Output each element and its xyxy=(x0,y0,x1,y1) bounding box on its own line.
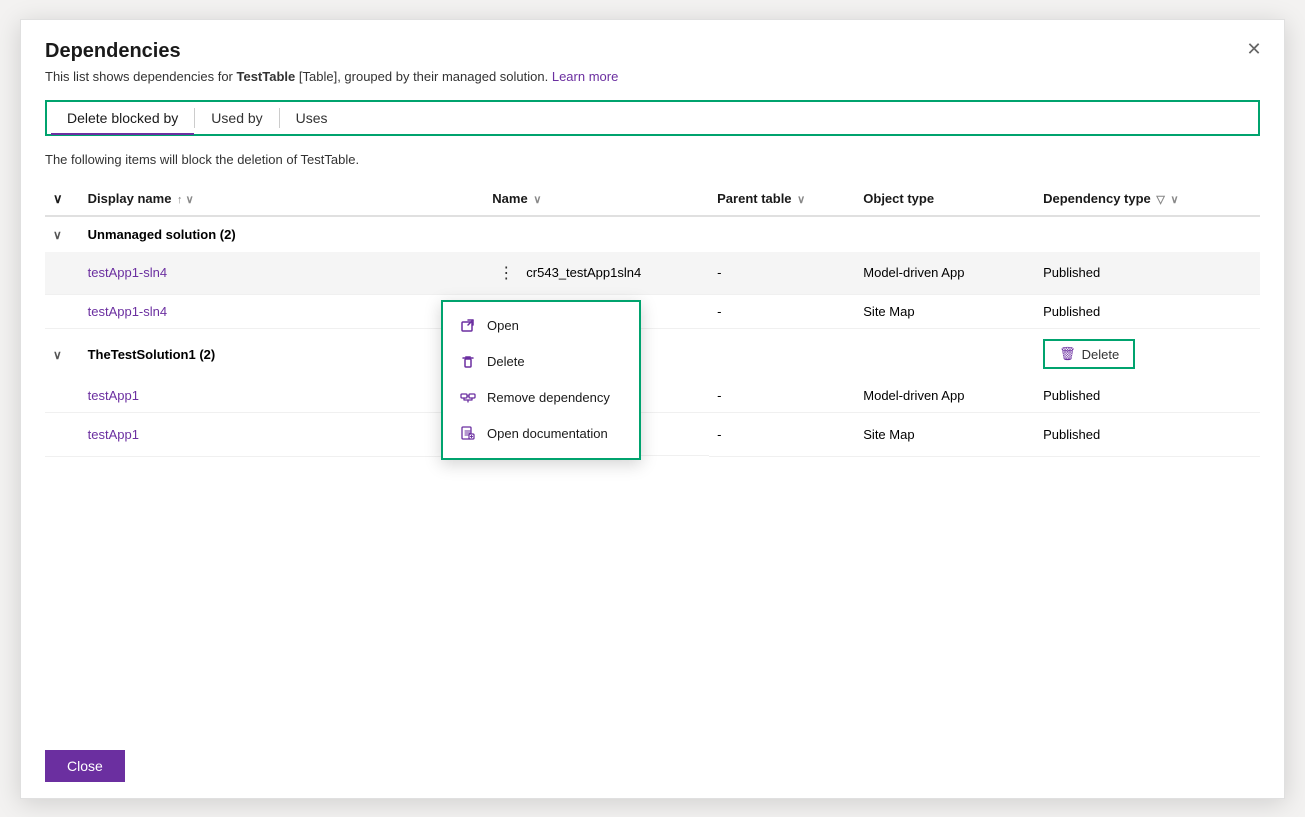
row2-app-link[interactable]: testApp1-sln4 xyxy=(88,304,168,319)
tab-uses[interactable]: Uses xyxy=(280,104,344,132)
parent-sort-icons[interactable]: ∨ xyxy=(797,194,805,206)
row3-expand xyxy=(45,379,80,413)
row1-object-type: Model-driven App xyxy=(855,252,1035,295)
group-chevron-unmanaged[interactable]: ∨ xyxy=(45,216,80,252)
dialog-footer: Close xyxy=(21,734,1284,798)
delete-action-icon: 🗑 xyxy=(1059,346,1076,362)
menu-open-doc-label: Open documentation xyxy=(487,426,608,441)
row4-display-name: testApp1 xyxy=(80,413,485,457)
table-row: testApp1 - Model-driven App Published xyxy=(45,379,1260,413)
dialog-header: Dependencies This list shows dependencie… xyxy=(21,20,1284,100)
row1-name: ⋮ cr543_testApp1sln4 xyxy=(484,252,709,295)
group-delete-action: 🗑 Delete xyxy=(1035,329,1260,380)
table-type: [Table] xyxy=(299,69,337,84)
dialog-subtitle: This list shows dependencies for TestTab… xyxy=(45,69,1260,84)
row4-app-link[interactable]: testApp1 xyxy=(88,427,139,442)
tab-delete-blocked-by[interactable]: Delete blocked by xyxy=(51,104,194,132)
menu-open-label: Open xyxy=(487,318,519,333)
row1-expand xyxy=(45,252,80,295)
delete-action-label: Delete xyxy=(1082,347,1120,362)
row1-dependency-type: Published xyxy=(1035,252,1260,295)
subtitle-prefix: This list shows dependencies for xyxy=(45,69,236,84)
row3-dependency-type: Published xyxy=(1035,379,1260,413)
open-doc-icon xyxy=(459,425,477,443)
row1-app-link[interactable]: testApp1-sln4 xyxy=(88,265,168,280)
row2-parent: - xyxy=(709,295,855,329)
row4-object-type: Site Map xyxy=(855,413,1035,457)
row2-expand xyxy=(45,295,80,329)
row2-display-name: testApp1-sln4 xyxy=(80,295,485,329)
learn-more-link[interactable]: Learn more xyxy=(552,69,618,84)
dependencies-dialog: Dependencies This list shows dependencie… xyxy=(20,19,1285,799)
dependencies-table: ∨ Display name ↑ ∨ Name ∨ Parent table ∨ xyxy=(45,183,1260,457)
close-button[interactable]: Close xyxy=(45,750,125,782)
display-name-sort-icons[interactable]: ↑ ∨ xyxy=(177,194,194,206)
dep-filter-icon[interactable]: ▽ xyxy=(1156,194,1164,206)
menu-item-open[interactable]: Open xyxy=(443,308,639,344)
col-display-name-header: Display name ↑ ∨ xyxy=(80,183,485,216)
menu-remove-dep-label: Remove dependency xyxy=(487,390,610,405)
menu-item-delete[interactable]: Delete xyxy=(443,344,639,380)
context-menu: Open Delete Remo xyxy=(441,300,641,460)
table-row: testApp1-sln4 ⋮ cr543_testApp1sln4 - Mod… xyxy=(45,252,1260,295)
dep-sort-icons[interactable]: ∨ xyxy=(1170,194,1178,206)
group-label-unmanaged: Unmanaged solution (2) xyxy=(80,216,1260,252)
dialog-title: Dependencies xyxy=(45,40,1260,63)
row4-dependency-type: Published xyxy=(1035,413,1260,457)
tab-used-by[interactable]: Used by xyxy=(195,104,278,132)
name-sort-icons[interactable]: ∨ xyxy=(533,194,541,206)
row2-dependency-type: Published xyxy=(1035,295,1260,329)
col-expand-header: ∨ xyxy=(45,183,80,216)
table-row: testApp1-sln4 - Site Map Published xyxy=(45,295,1260,329)
row2-object-type: Site Map xyxy=(855,295,1035,329)
row1-display-name: testApp1-sln4 xyxy=(80,252,485,295)
col-name-header: Name ∨ xyxy=(484,183,709,216)
close-icon-button[interactable]: ✕ xyxy=(1240,36,1268,64)
table-name: TestTable xyxy=(236,69,295,84)
table-header-row: ∨ Display name ↑ ∨ Name ∨ Parent table ∨ xyxy=(45,183,1260,216)
row3-parent: - xyxy=(709,379,855,413)
row4-expand xyxy=(45,413,80,457)
row3-display-name: testApp1 xyxy=(80,379,485,413)
open-icon xyxy=(459,317,477,335)
row1-dots-button[interactable]: ⋮ xyxy=(492,261,520,285)
col-dependency-type-header: Dependency type ▽ ∨ xyxy=(1035,183,1260,216)
remove-dep-icon xyxy=(459,389,477,407)
row4-parent: - xyxy=(709,413,855,457)
group-chevron-thesolution[interactable]: ∨ xyxy=(45,329,80,380)
close-icon: ✕ xyxy=(1246,39,1261,60)
row1-parent: - xyxy=(709,252,855,295)
col-parent-header: Parent table ∨ xyxy=(709,183,855,216)
col-object-type-header: Object type xyxy=(855,183,1035,216)
menu-item-open-doc[interactable]: Open documentation xyxy=(443,416,639,452)
delete-action-button[interactable]: 🗑 Delete xyxy=(1043,339,1135,369)
table-row: testApp1 ⋮ testApp1 - Site Map Published xyxy=(45,413,1260,457)
menu-delete-label: Delete xyxy=(487,354,525,369)
group-row-unmanaged: ∨ Unmanaged solution (2) xyxy=(45,216,1260,252)
group-row-thesolution: ∨ TheTestSolution1 (2) 🗑 Delete xyxy=(45,329,1260,380)
table-container: ∨ Display name ↑ ∨ Name ∨ Parent table ∨ xyxy=(21,183,1284,734)
expand-all-icon[interactable]: ∨ xyxy=(53,191,63,206)
description-text: The following items will block the delet… xyxy=(21,152,1284,183)
subtitle-suffix: , grouped by their managed solution. xyxy=(337,69,548,84)
delete-icon xyxy=(459,353,477,371)
row3-app-link[interactable]: testApp1 xyxy=(88,388,139,403)
row3-object-type: Model-driven App xyxy=(855,379,1035,413)
tabs-container: Delete blocked by Used by Uses xyxy=(45,100,1260,136)
menu-item-remove-dep[interactable]: Remove dependency xyxy=(443,380,639,416)
